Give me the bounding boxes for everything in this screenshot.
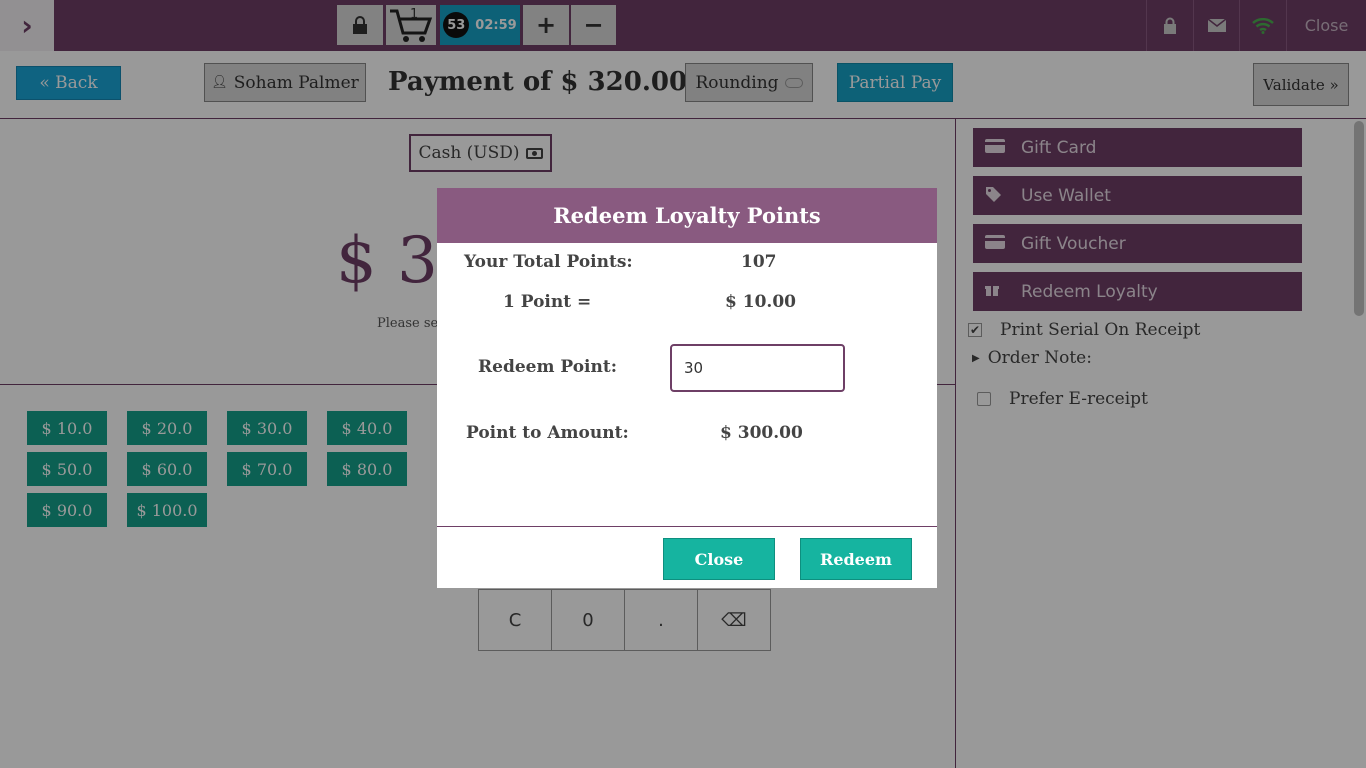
dialog-title: Redeem Loyalty Points	[437, 188, 937, 243]
dialog-footer-divider	[437, 526, 937, 527]
total-points-label: Your Total Points:	[464, 252, 633, 272]
redeem-point-label: Redeem Point:	[478, 357, 617, 377]
total-points-value: 107	[741, 252, 777, 272]
redeem-point-input[interactable]	[670, 344, 845, 392]
close-button[interactable]: Close	[663, 538, 775, 580]
redeem-loyalty-dialog: Redeem Loyalty Points Your Total Points:…	[437, 188, 937, 588]
point-amount-value: $ 300.00	[720, 423, 803, 443]
redeem-button[interactable]: Redeem	[800, 538, 912, 580]
point-amount-label: Point to Amount:	[466, 423, 629, 443]
rate-label: 1 Point =	[503, 292, 592, 312]
rate-value: $ 10.00	[725, 292, 796, 312]
